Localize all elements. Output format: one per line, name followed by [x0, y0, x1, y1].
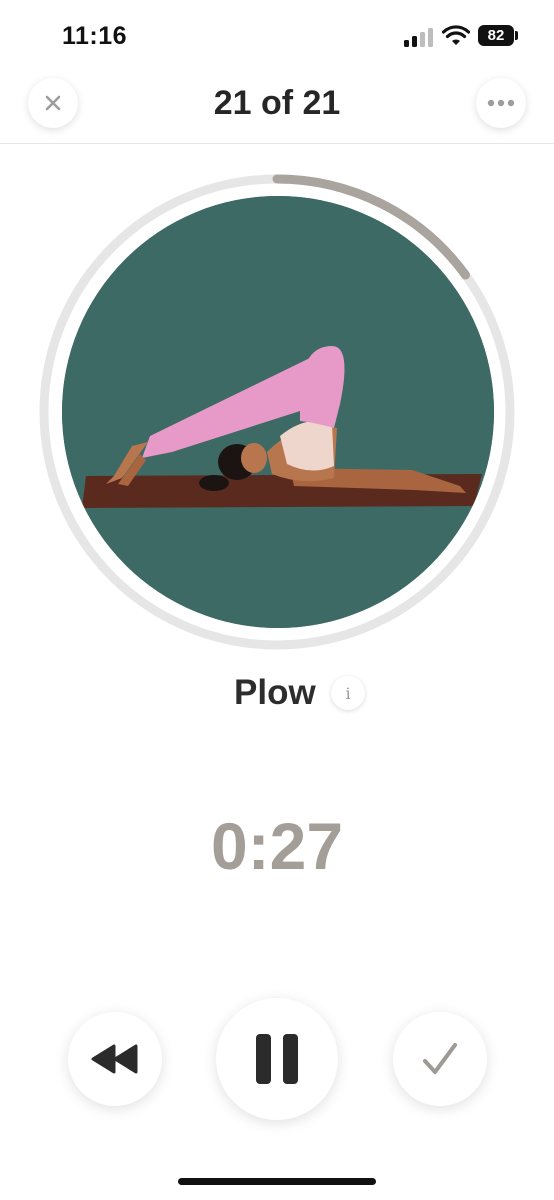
status-time: 11:16 [62, 22, 128, 50]
more-options-button[interactable] [476, 78, 526, 128]
rewind-button[interactable] [68, 1012, 162, 1106]
pause-button[interactable] [216, 998, 338, 1120]
header: 21 of 21 [0, 72, 554, 144]
exercise-name: Plow [234, 673, 316, 712]
exercise-title-row: Plow i [0, 668, 554, 718]
battery-tip [515, 31, 518, 40]
home-indicator [178, 1178, 376, 1185]
wifi-icon [442, 25, 470, 45]
progress-title: 21 of 21 [213, 84, 341, 122]
info-button[interactable]: i [331, 676, 365, 710]
cellular-signal-icon [404, 27, 434, 47]
info-icon: i [345, 683, 351, 703]
plow-pose-illustration [62, 196, 494, 628]
more-options-icon [487, 99, 515, 107]
battery-icon: 82 [478, 25, 514, 46]
rewind-icon [91, 1044, 138, 1074]
countdown-timer: 0:27 [210, 809, 344, 883]
status-bar: 11:16 82 [0, 0, 554, 72]
exercise-player-screen: 11:16 82 21 of 21 Plow i 0:27 [0, 0, 554, 1200]
pause-icon [256, 1034, 298, 1084]
complete-button[interactable] [393, 1012, 487, 1106]
checkmark-icon [423, 1043, 457, 1074]
